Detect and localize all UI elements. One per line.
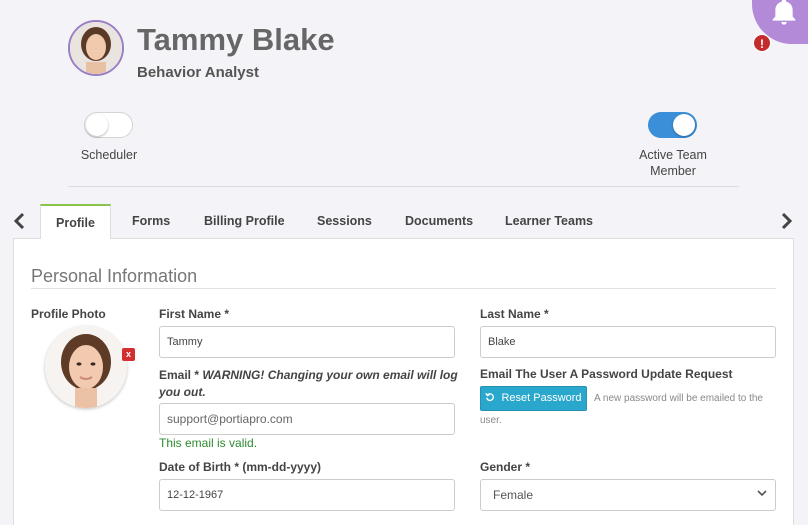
toggle-knob xyxy=(86,114,108,136)
email-label: Email * WARNING! Changing your own email… xyxy=(159,367,459,401)
email-warning-continued: you out. xyxy=(159,385,206,399)
first-name-input[interactable]: Tammy xyxy=(159,326,455,358)
gender-select[interactable]: Female xyxy=(480,479,776,511)
chevron-left-icon xyxy=(13,212,25,230)
tab-prev-button[interactable] xyxy=(13,212,26,235)
section-title: Personal Information xyxy=(31,266,198,286)
tab-profile[interactable]: Profile xyxy=(40,204,111,239)
tab-forms[interactable]: Forms xyxy=(117,204,185,239)
email-label-text: Email * xyxy=(159,368,200,382)
gender-label: Gender * xyxy=(480,460,531,474)
gender-value: Female xyxy=(493,488,534,502)
tab-next-button[interactable] xyxy=(780,212,793,235)
user-role: Behavior Analyst xyxy=(137,64,259,81)
active-team-member-label: Active Team Member xyxy=(639,148,707,178)
chevron-down-icon xyxy=(757,480,767,510)
user-name: Tammy Blake xyxy=(137,22,335,57)
remove-photo-button[interactable]: x xyxy=(122,348,135,361)
reset-password-note-continued: user. xyxy=(480,415,502,426)
first-name-label: First Name * xyxy=(159,307,230,321)
email-valid-message: This email is valid. xyxy=(159,436,258,450)
email-warning: WARNING! Changing your own email will lo… xyxy=(202,368,458,382)
tab-sessions[interactable]: Sessions xyxy=(302,204,387,239)
reset-password-label: Reset Password xyxy=(501,392,582,404)
scheduler-label: Scheduler xyxy=(80,148,138,162)
reset-password-button[interactable]: Reset Password xyxy=(480,386,587,411)
profile-photo[interactable] xyxy=(45,326,127,408)
header-divider xyxy=(68,186,739,187)
tab-documents[interactable]: Documents xyxy=(390,204,488,239)
email-input[interactable]: support@portiapro.com xyxy=(159,403,455,435)
dob-label: Date of Birth * (mm-dd-yyyy) xyxy=(159,460,322,474)
avatar xyxy=(68,20,124,76)
bell-icon xyxy=(772,0,796,25)
section-divider xyxy=(31,288,776,289)
password-update-label: Email The User A Password Update Request xyxy=(480,367,733,381)
toggle-knob xyxy=(673,114,695,136)
refresh-icon xyxy=(485,392,495,402)
active-team-member-toggle[interactable] xyxy=(648,112,697,138)
alert-badge: ! xyxy=(753,34,771,52)
profile-photo-label: Profile Photo xyxy=(31,307,106,321)
tab-billing-profile[interactable]: Billing Profile xyxy=(189,204,300,239)
scheduler-toggle[interactable] xyxy=(84,112,133,138)
last-name-label: Last Name * xyxy=(480,307,549,321)
reset-password-note: A new password will be emailed to the xyxy=(594,393,763,404)
dob-input[interactable]: 12-12-1967 xyxy=(159,479,455,511)
chevron-right-icon xyxy=(781,212,793,230)
avatar-image xyxy=(70,22,122,74)
last-name-input[interactable]: Blake xyxy=(480,326,776,358)
profile-photo-image xyxy=(45,326,127,408)
tab-learner-teams[interactable]: Learner Teams xyxy=(490,204,608,239)
